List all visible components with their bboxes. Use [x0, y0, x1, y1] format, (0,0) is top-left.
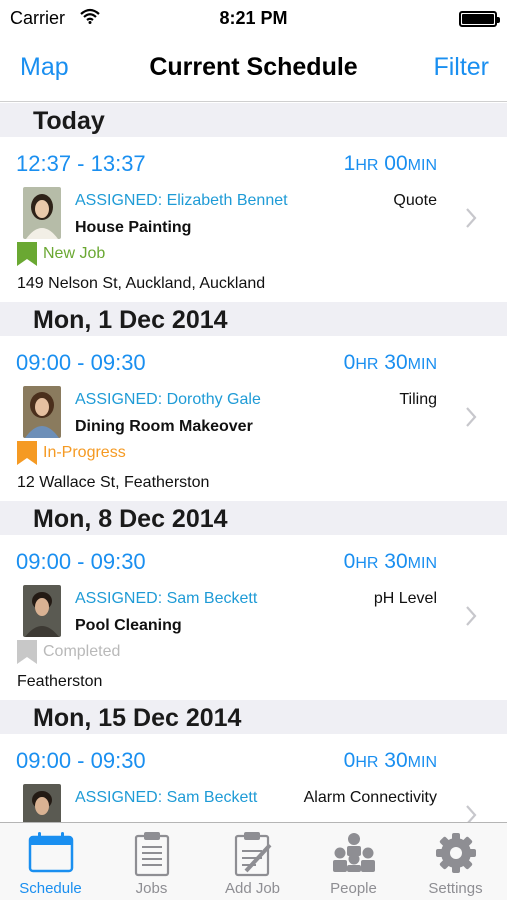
bookmark-icon: [17, 441, 37, 465]
job-category: Alarm Connectivity: [303, 789, 437, 806]
job-title: Pool Cleaning: [75, 617, 182, 634]
schedule-list[interactable]: Today 12:37 - 13:37 1HR 00MIN ASSIGNED: …: [0, 103, 507, 822]
tab-bar: Schedule Jobs Add Job People Settings: [0, 822, 507, 900]
tab-label: Schedule: [19, 880, 82, 897]
chevron-right-icon: [465, 804, 477, 822]
chevron-right-icon: [465, 207, 477, 234]
section-header: Today: [0, 103, 507, 137]
job-title: Dining Room Makeover: [75, 418, 253, 435]
assigned-to: ASSIGNED: Sam Beckett: [75, 789, 258, 806]
job-time: 12:37 - 13:37: [16, 151, 146, 176]
job-row[interactable]: 09:00 - 09:30 0HR 30MIN ASSIGNED: Sam Be…: [0, 734, 507, 822]
job-address: 149 Nelson St, Auckland, Auckland: [17, 275, 266, 292]
clipboard-icon: [132, 831, 172, 882]
job-row[interactable]: 12:37 - 13:37 1HR 00MIN ASSIGNED: Elizab…: [0, 137, 507, 302]
tab-jobs[interactable]: Jobs: [101, 823, 202, 900]
gear-icon: [434, 831, 478, 880]
bookmark-icon: [17, 242, 37, 266]
job-duration: 0HR 30MIN: [343, 550, 437, 573]
job-time: 09:00 - 09:30: [16, 549, 146, 574]
tab-settings[interactable]: Settings: [405, 823, 506, 900]
section-header: Mon, 8 Dec 2014: [0, 501, 507, 535]
assigned-to: ASSIGNED: Elizabeth Bennet: [75, 192, 288, 209]
avatar: [23, 585, 61, 637]
status-label: In-Progress: [43, 444, 126, 461]
page-title: Current Schedule: [149, 53, 358, 81]
section-header: Mon, 1 Dec 2014: [0, 302, 507, 336]
assigned-to: ASSIGNED: Sam Beckett: [75, 590, 258, 607]
people-icon: [329, 831, 379, 878]
job-duration: 0HR 30MIN: [343, 351, 437, 374]
job-category: pH Level: [373, 590, 437, 607]
job-time: 09:00 - 09:30: [16, 748, 146, 773]
status-label: New Job: [43, 245, 106, 262]
job-category: Tiling: [399, 391, 437, 408]
chevron-right-icon: [465, 605, 477, 632]
job-time: 09:00 - 09:30: [16, 350, 146, 375]
tab-label: People: [330, 880, 377, 897]
assigned-to: ASSIGNED: Dorothy Gale: [75, 391, 261, 408]
section-header: Mon, 15 Dec 2014: [0, 700, 507, 734]
tab-schedule[interactable]: Schedule: [0, 823, 101, 900]
tab-label: Jobs: [135, 880, 168, 897]
tab-label: Settings: [428, 880, 483, 897]
tab-add-job[interactable]: Add Job: [202, 823, 303, 900]
tab-people[interactable]: People: [303, 823, 404, 900]
chevron-right-icon: [465, 406, 477, 433]
avatar: [23, 784, 61, 822]
filter-button[interactable]: Filter: [433, 53, 489, 82]
bookmark-icon: [17, 640, 37, 664]
job-address: 12 Wallace St, Featherston: [17, 474, 210, 491]
status-bar: Carrier 8:21 PM: [0, 0, 507, 36]
battery-icon: [459, 11, 500, 27]
job-category: Quote: [393, 192, 437, 209]
navigation-bar: Map Current Schedule Filter: [0, 36, 507, 102]
job-duration: 0HR 30MIN: [343, 749, 437, 772]
job-row[interactable]: 09:00 - 09:30 0HR 30MIN ASSIGNED: Doroth…: [0, 336, 507, 501]
job-row[interactable]: 09:00 - 09:30 0HR 30MIN ASSIGNED: Sam Be…: [0, 535, 507, 700]
status-label: Completed: [43, 643, 121, 660]
avatar: [23, 187, 61, 239]
job-address: Featherston: [17, 673, 103, 690]
avatar: [23, 386, 61, 438]
tab-label: Add Job: [224, 880, 281, 897]
add-job-icon: [232, 831, 274, 882]
job-duration: 1HR 00MIN: [343, 152, 437, 175]
clock: 8:21 PM: [219, 8, 288, 28]
calendar-icon: [27, 831, 75, 878]
job-title: House Painting: [75, 219, 192, 236]
